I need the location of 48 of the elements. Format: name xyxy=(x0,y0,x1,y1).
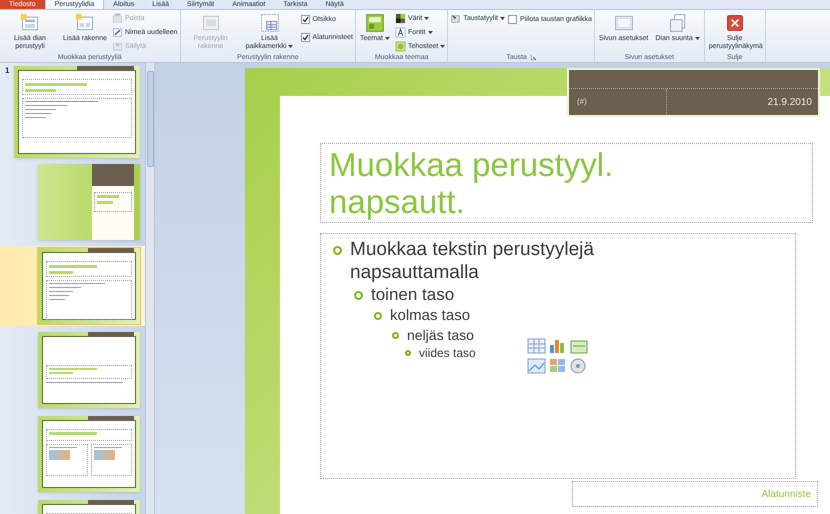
page-number: (#) xyxy=(577,96,587,108)
body-text: toinen taso xyxy=(371,284,454,306)
caret-icon xyxy=(384,36,390,40)
caret-icon xyxy=(288,44,294,48)
bullet-icon xyxy=(354,291,363,300)
color-swatch-icon xyxy=(394,13,406,24)
caret-icon xyxy=(428,31,432,34)
close-icon xyxy=(724,13,745,33)
checkbox[interactable] xyxy=(508,15,517,24)
body-text: kolmas taso xyxy=(390,306,470,326)
page-setup-icon xyxy=(614,13,634,33)
pin-icon xyxy=(112,41,123,52)
caret-icon xyxy=(424,17,430,20)
caret-icon xyxy=(694,36,700,40)
layout-icon xyxy=(200,13,221,33)
bullet-icon xyxy=(374,312,382,320)
caret-icon xyxy=(500,17,505,20)
bullet-icon xyxy=(333,246,342,255)
body-text: neljäs taso xyxy=(407,326,474,345)
layout-icon xyxy=(74,13,95,33)
slide-icon xyxy=(20,13,40,33)
layout-thumbnail[interactable] xyxy=(38,164,140,240)
paint-icon xyxy=(450,13,462,24)
layout-thumbnail[interactable] xyxy=(38,332,140,408)
placeholder-icon xyxy=(260,13,280,33)
body-text: viides taso xyxy=(419,345,476,361)
effects-icon xyxy=(394,41,406,52)
theme-icon xyxy=(365,13,385,33)
delete-icon xyxy=(112,13,123,24)
slide-title: Muokkaa perustyyl. napsautt. xyxy=(329,146,614,220)
dialog-launcher-icon[interactable] xyxy=(530,55,536,60)
scrollbar[interactable] xyxy=(145,63,155,514)
checkbox[interactable] xyxy=(300,33,310,42)
slide-thumbnail[interactable] xyxy=(14,66,140,158)
body-text: Muokkaa tekstin perustyylejä napsauttamalla xyxy=(350,238,595,284)
layout-thumbnail[interactable] xyxy=(38,248,140,324)
slide-number: 1 xyxy=(5,66,10,75)
footer-text: Alatunniste xyxy=(762,488,811,502)
checkbox[interactable] xyxy=(300,15,310,24)
caret-icon xyxy=(440,45,446,48)
layout-thumbnail[interactable] xyxy=(38,416,140,492)
bullet-icon xyxy=(405,350,411,356)
orientation-icon xyxy=(668,13,688,33)
font-icon xyxy=(394,27,406,38)
date-text: 21.9.2010 xyxy=(768,96,812,110)
bullet-icon xyxy=(392,332,399,339)
rename-icon xyxy=(112,27,123,38)
content-icons[interactable] xyxy=(527,337,589,375)
